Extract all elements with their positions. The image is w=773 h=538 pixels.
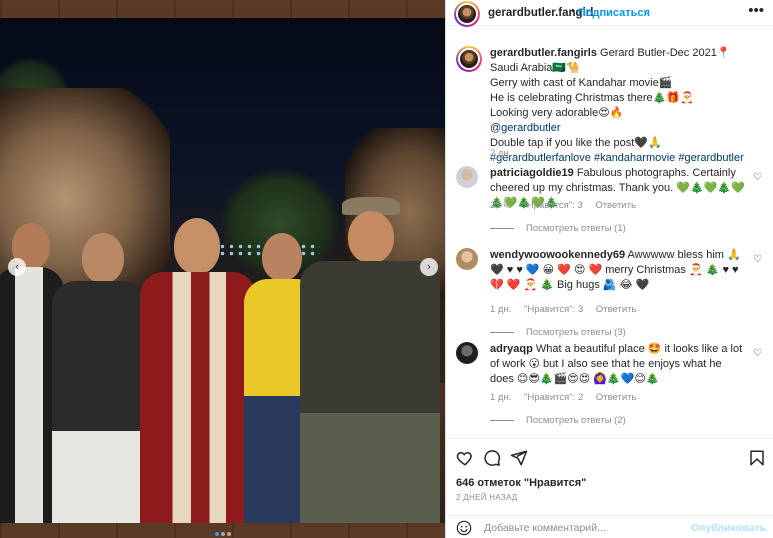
comment-item: patriciagoldie19 Fabulous photographs. C… xyxy=(456,166,770,242)
carousel-dots xyxy=(0,532,445,536)
comment-meta: 1 дн. "Нравится": 3 Ответить xyxy=(490,304,646,315)
comment-bubble-icon[interactable] xyxy=(483,449,501,467)
more-options-icon[interactable]: ••• xyxy=(748,2,764,19)
emoji-smiley-icon[interactable] xyxy=(456,520,472,536)
publish-button[interactable]: Опубликовать xyxy=(691,522,766,534)
caption-avatar[interactable] xyxy=(456,46,482,72)
like-heart-icon[interactable] xyxy=(456,449,474,467)
photo-person-3 xyxy=(140,218,256,523)
caption-line: Gerry with cast of Kandahar movie🎬 xyxy=(490,77,673,89)
comment-item: wendywoowookennedy69 Awwwww bless him 🙏 … xyxy=(456,248,770,340)
post-caption: gerardbutler.fangirls Gerard Butler-Dec … xyxy=(456,46,770,164)
comment-username[interactable]: patriciagoldie19 xyxy=(490,167,574,179)
comment-reply-button[interactable]: Ответить xyxy=(595,200,636,211)
comment-like-icon[interactable]: ♡ xyxy=(753,172,762,183)
comment-username[interactable]: wendywoowookennedy69 xyxy=(490,249,625,261)
follow-button[interactable]: Подписаться xyxy=(578,7,650,19)
post-side-panel: gerardbutler.fangirl • Подписаться ••• g… xyxy=(445,0,773,538)
caption-line: Looking very adorable😍🔥 xyxy=(490,107,624,119)
view-replies-button[interactable]: Посмотреть ответы (1) xyxy=(490,223,626,234)
caption-username[interactable]: gerardbutler.fangirls xyxy=(490,47,597,59)
caption-time: 2 дн. xyxy=(490,148,512,159)
post-header: gerardbutler.fangirl • Подписаться ••• xyxy=(446,0,773,27)
post-image-frame: ‹ › xyxy=(0,0,445,538)
header-separator: • xyxy=(571,5,575,17)
comment-input[interactable] xyxy=(484,520,694,536)
header-avatar[interactable] xyxy=(454,1,480,27)
comment-reply-button[interactable]: Ответить xyxy=(596,304,637,315)
caption-line: He is celebrating Christmas there🎄🎁🎅 xyxy=(490,92,694,104)
caption-mention-link[interactable]: @gerardbutler xyxy=(490,122,560,134)
photo-person-5 xyxy=(300,197,440,523)
caption-text: gerardbutler.fangirls Gerard Butler-Dec … xyxy=(490,46,748,166)
comment-reply-button[interactable]: Ответить xyxy=(596,392,637,403)
comment-avatar[interactable] xyxy=(456,342,478,364)
comment-text: wendywoowookennedy69 Awwwww bless him 🙏 … xyxy=(490,249,741,291)
comment-avatar[interactable] xyxy=(456,248,478,270)
carousel-dot xyxy=(226,532,231,536)
comment-time: 1 дн. xyxy=(490,304,512,315)
comment-likes[interactable]: "Нравится": 2 xyxy=(524,392,583,403)
comment-time: 1 дн. xyxy=(490,392,512,403)
comment-meta: 22 ч. "Нравится": 3 Ответить xyxy=(490,200,646,211)
post-timestamp: 2 ДНЕЙ НАЗАД xyxy=(456,493,518,502)
comment-meta: 1 дн. "Нравится": 2 Ответить xyxy=(490,392,646,403)
comment-avatar[interactable] xyxy=(456,166,478,188)
comment-text: adryaqp What a beautiful place 🤩 it look… xyxy=(490,343,743,385)
add-comment-bar: Опубликовать xyxy=(446,515,773,538)
carousel-prev-button[interactable]: ‹ xyxy=(8,258,26,276)
save-bookmark-icon[interactable] xyxy=(748,449,766,467)
view-replies-button[interactable]: Посмотреть ответы (3) xyxy=(490,327,626,338)
comment-item: adryaqp What a beautiful place 🤩 it look… xyxy=(456,342,770,438)
comment-username[interactable]: adryaqp xyxy=(490,343,533,355)
comment-likes[interactable]: "Нравится": 3 xyxy=(524,304,583,315)
view-replies-button[interactable]: Посмотреть ответы (2) xyxy=(490,415,626,426)
comment-like-icon[interactable]: ♡ xyxy=(753,254,762,265)
carousel-next-button[interactable]: › xyxy=(420,258,438,276)
share-send-icon[interactable] xyxy=(510,449,528,467)
post-photo[interactable] xyxy=(0,18,445,523)
photo-person-2 xyxy=(52,233,148,523)
comment-likes[interactable]: "Нравится": 3 xyxy=(523,200,582,211)
caption-hashtags[interactable]: #gerardbutlerfanlove #kandaharmovie #ger… xyxy=(490,152,744,164)
carousel-dot xyxy=(214,532,219,536)
comments-list[interactable]: gerardbutler.fangirls Gerard Butler-Dec … xyxy=(446,38,773,438)
likes-count[interactable]: 646 отметок "Нравится" xyxy=(456,477,586,489)
carousel-dot xyxy=(220,532,225,536)
post-actions: 646 отметок "Нравится" 2 ДНЕЙ НАЗАД Опуб… xyxy=(446,438,773,538)
comment-time: 22 ч. xyxy=(490,200,511,211)
comment-like-icon[interactable]: ♡ xyxy=(753,348,762,359)
